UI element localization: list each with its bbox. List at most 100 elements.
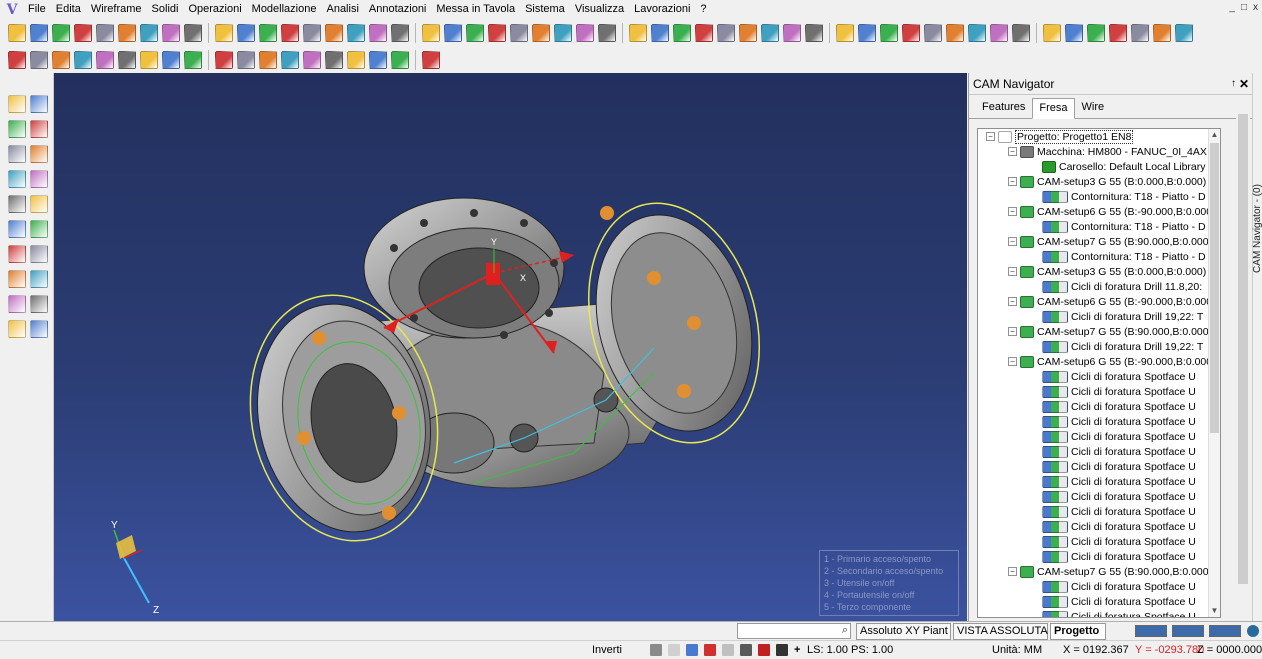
arc-tool-icon[interactable] [1043, 23, 1061, 42]
tree-item[interactable]: − Progetto: Progetto1 EN8 [978, 129, 1210, 144]
solid-side-tool-icon[interactable] [8, 170, 26, 188]
circle-tool-icon[interactable] [651, 23, 669, 42]
tree-item[interactable]: Cicli di foratura Spotface U [978, 384, 1210, 399]
command-input[interactable]: ⌕ [737, 623, 851, 639]
holder-side-tool-icon[interactable] [30, 220, 48, 238]
view-selector[interactable]: VISTA ASSOLUTA [953, 623, 1048, 640]
layer-icon[interactable] [740, 644, 752, 656]
expand-toggle-icon[interactable]: − [1008, 237, 1017, 246]
expand-toggle-icon[interactable]: − [1008, 177, 1017, 186]
tree-item[interactable]: Cicli di foratura Drill 11.8,20: [978, 279, 1210, 294]
menu-item-annotazioni[interactable]: Annotazioni [364, 0, 432, 19]
zoom-tool-icon[interactable] [924, 23, 942, 42]
tool-side-tool-icon[interactable] [8, 220, 26, 238]
select-tool-icon[interactable] [162, 23, 180, 42]
3d-viewport[interactable]: Y X Y Z 1 - Primario acceso/spento 2 - Se… [54, 73, 967, 621]
tree-item[interactable]: Contornitura: T18 - Piatto - D [978, 219, 1210, 234]
fit-side-tool-icon[interactable] [8, 320, 26, 338]
line-tool-icon[interactable] [118, 50, 136, 69]
tree-item[interactable]: − CAM-setup7 G 55 (B:90.000,B:0.000 [978, 324, 1210, 339]
save-tool-icon[interactable] [52, 23, 70, 42]
globe-icon[interactable] [1247, 625, 1259, 637]
tree-item[interactable]: − CAM-setup7 G 55 (B:90.000,B:0.000 [978, 564, 1210, 579]
line-tool-icon[interactable] [598, 23, 616, 42]
tool-tool-icon[interactable] [347, 23, 365, 42]
grid-icon[interactable] [722, 644, 734, 656]
expand-toggle-icon[interactable]: − [1008, 207, 1017, 216]
rotate-tool-icon[interactable] [140, 23, 158, 42]
tree-item[interactable]: Cicli di foratura Spotface U [978, 399, 1210, 414]
panel-scrollbar[interactable] [1236, 96, 1250, 620]
tab-wire[interactable]: Wire [1075, 97, 1112, 118]
tree-item[interactable]: Cicli di foratura Spotface U [978, 504, 1210, 519]
top-flange[interactable] [363, 197, 565, 339]
stock-tool-icon[interactable] [391, 23, 409, 42]
line-side-tool-icon[interactable] [30, 120, 48, 138]
tree-scrollbar[interactable]: ▲ ▼ [1208, 129, 1220, 617]
extrude-tool-icon[interactable] [215, 50, 233, 69]
expand-toggle-icon[interactable]: − [986, 132, 995, 141]
project-tab[interactable]: Progetto [1050, 623, 1106, 640]
solid-tool-icon[interactable] [184, 50, 202, 69]
print-side-tool-icon[interactable] [8, 295, 26, 313]
delete-icon[interactable] [758, 644, 770, 656]
tree-item[interactable]: Cicli di foratura Spotface U [978, 594, 1210, 609]
new-tool-icon[interactable] [422, 23, 440, 42]
open-side-tool-icon[interactable] [8, 270, 26, 288]
new-tool-icon[interactable] [8, 23, 26, 42]
setup-tool-icon[interactable] [259, 50, 277, 69]
circle-tool-icon[interactable] [162, 50, 180, 69]
rotate-tool-icon[interactable] [554, 23, 572, 42]
fit-tool-icon[interactable] [946, 23, 964, 42]
snap-icon[interactable] [686, 644, 698, 656]
tree-item[interactable]: − CAM-setup6 G 55 (B:-90.000,B:0.000 [978, 294, 1210, 309]
extrude-side-tool-icon[interactable] [30, 170, 48, 188]
close-window-button[interactable]: x [1253, 2, 1258, 13]
solid-tool-icon[interactable] [259, 23, 277, 42]
scroll-thumb[interactable] [1210, 143, 1219, 433]
holder-tool-icon[interactable] [783, 23, 801, 42]
tree-item[interactable]: Cicli di foratura Spotface U [978, 414, 1210, 429]
line-tool-icon[interactable] [184, 23, 202, 42]
menu-item-solidi[interactable]: Solidi [147, 0, 184, 19]
tree-item[interactable]: Cicli di foratura Spotface U [978, 534, 1210, 549]
select-tool-icon[interactable] [96, 50, 114, 69]
menu-item-[interactable]: ? [695, 0, 711, 19]
tree-item[interactable]: Cicli di foratura Drill 19,22: T [978, 309, 1210, 324]
cancel-snap-icon[interactable] [704, 644, 716, 656]
new-tool-icon[interactable] [347, 50, 365, 69]
invert-label[interactable]: Inverti [592, 644, 622, 656]
measure-tool-icon[interactable] [303, 23, 321, 42]
panel-scroll-thumb[interactable] [1238, 114, 1248, 584]
save-tool-icon[interactable] [391, 50, 409, 69]
measure-tool-icon[interactable] [237, 50, 255, 69]
arc-side-tool-icon[interactable] [8, 145, 26, 163]
rotate-tool-icon[interactable] [74, 50, 92, 69]
save-tool-icon[interactable] [466, 23, 484, 42]
scroll-up-icon[interactable]: ▲ [1209, 129, 1220, 141]
tree-item[interactable]: Cicli di foratura Spotface U [978, 609, 1210, 617]
expand-toggle-icon[interactable]: − [1008, 357, 1017, 366]
pin-icon[interactable]: ↑ [1231, 73, 1236, 95]
expand-toggle-icon[interactable]: − [1008, 147, 1017, 156]
tree-item[interactable]: Cicli di foratura Spotface U [978, 369, 1210, 384]
line-tool-icon[interactable] [1012, 23, 1030, 42]
setup-side-tool-icon[interactable] [30, 195, 48, 213]
tree-item[interactable]: − CAM-setup6 G 55 (B:-90.000,B:0.000 [978, 354, 1210, 369]
setup-tool-icon[interactable] [325, 23, 343, 42]
arc-tool-icon[interactable] [140, 50, 158, 69]
holder-tool-icon[interactable] [303, 50, 321, 69]
tab-fresa[interactable]: Fresa [1032, 98, 1075, 119]
fit-side-tool-icon[interactable] [8, 95, 26, 113]
fit-tool-icon[interactable] [532, 23, 550, 42]
tree-item[interactable]: − CAM-setup3 G 55 (B:0.000,B:0.000) [978, 174, 1210, 189]
color-swatch-3[interactable] [1209, 625, 1241, 637]
menu-item-analisi[interactable]: Analisi [321, 0, 363, 19]
tree-item[interactable]: Contornitura: T18 - Piatto - D [978, 189, 1210, 204]
circle-side-tool-icon[interactable] [30, 145, 48, 163]
tree-item[interactable]: Cicli di foratura Spotface U [978, 474, 1210, 489]
menu-item-edita[interactable]: Edita [51, 0, 86, 19]
menu-item-messa-in-tavola[interactable]: Messa in Tavola [431, 0, 520, 19]
open-tool-icon[interactable] [369, 50, 387, 69]
solid-tool-icon[interactable] [673, 23, 691, 42]
